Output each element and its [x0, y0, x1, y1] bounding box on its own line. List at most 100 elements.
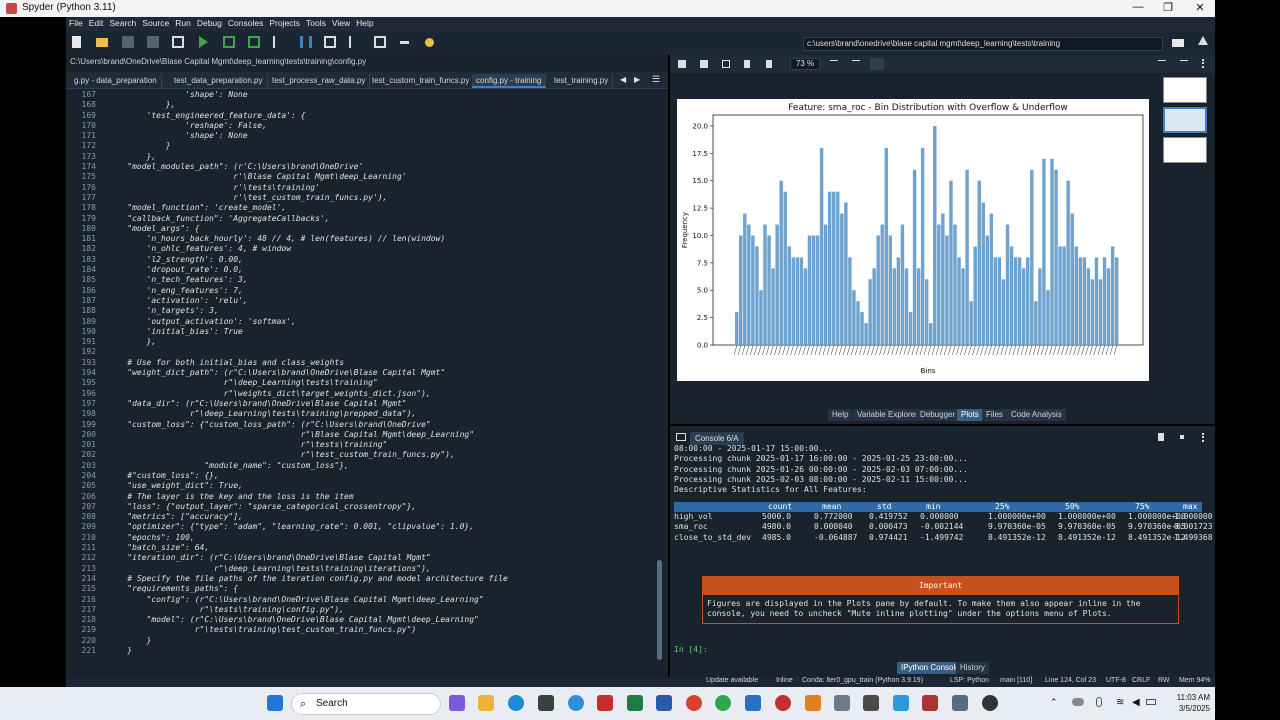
tab-variable-explorer[interactable]: Variable Explorer	[853, 409, 922, 421]
app-icon[interactable]	[775, 695, 791, 711]
code-line[interactable]: 220 }	[66, 636, 656, 646]
code-line[interactable]: 188 'n_targets': 3,	[66, 306, 656, 316]
excel-icon[interactable]	[627, 695, 643, 711]
update-available-status[interactable]: Update available	[706, 677, 758, 684]
menu-view[interactable]: View	[329, 17, 353, 29]
console-prompt[interactable]: In [4]:	[674, 645, 708, 654]
tab-config-training[interactable]: config.py - training	[472, 74, 547, 88]
code-line[interactable]: 184 'dropout_rate': 0.0,	[66, 265, 656, 275]
code-line[interactable]: 210 "epochs": 100,	[66, 533, 656, 543]
menu-help[interactable]: Help	[353, 17, 376, 29]
code-line[interactable]: 177 r'\test_custom_train_funcs.py'),	[66, 193, 656, 203]
run-cell-advance-icon[interactable]	[248, 36, 260, 48]
code-line[interactable]: 172 }	[66, 141, 656, 151]
save-all-plots-icon[interactable]	[700, 60, 708, 68]
app-icon[interactable]	[952, 695, 968, 711]
zoom-level[interactable]: 73 %	[790, 58, 820, 70]
inline-status[interactable]: Inline	[776, 677, 793, 684]
menu-debug[interactable]: Debug	[194, 17, 225, 29]
code-line[interactable]: 189 'output_activation': 'softmax',	[66, 317, 656, 327]
app-icon[interactable]	[568, 695, 584, 711]
tray-overflow-icon[interactable]: ⌃	[1050, 697, 1058, 708]
tab-history[interactable]: History	[956, 662, 989, 674]
plot-thumbnail-selected[interactable]	[1163, 107, 1207, 133]
editor-scrollbar[interactable]	[656, 90, 664, 677]
tab-debugger[interactable]: Debugger	[916, 409, 960, 421]
tab-scroll-right-icon[interactable]: ▶	[634, 75, 640, 84]
minimize-button[interactable]: —	[1124, 1, 1152, 13]
app-icon[interactable]	[805, 695, 821, 711]
file-explorer-icon[interactable]	[478, 695, 494, 711]
code-line[interactable]: 178 "model_function": 'create_model',	[66, 203, 656, 213]
app-icon[interactable]	[715, 695, 731, 711]
windows-start-icon[interactable]	[267, 695, 283, 711]
remove-all-plots-icon[interactable]	[766, 60, 772, 68]
code-line[interactable]: 197 "data_dir": (r"C:\Users\brand\OneDri…	[66, 399, 656, 409]
store-icon[interactable]	[538, 695, 554, 711]
code-line[interactable]: 194 "weight_dict_path": (r"C:\Users\bran…	[66, 368, 656, 378]
menu-file[interactable]: File	[66, 17, 86, 29]
wrench-icon[interactable]	[400, 41, 409, 44]
code-line[interactable]: 203 "module_name": "custom_loss"},	[66, 461, 656, 471]
chrome-icon[interactable]	[686, 695, 702, 711]
code-line[interactable]: 221 }	[66, 646, 656, 656]
word-icon[interactable]	[656, 695, 672, 711]
save-icon[interactable]	[122, 36, 134, 48]
run-icon[interactable]	[199, 36, 208, 48]
tab-test-training[interactable]: test_training.py	[550, 74, 614, 88]
code-line[interactable]: 212 "iteration_dir": (r"C:\Users\brand\O…	[66, 553, 656, 563]
code-line[interactable]: 216 "config": (r"C:\Users\brand\OneDrive…	[66, 595, 656, 605]
clock[interactable]: 11:03 AM 3/5/2025	[1160, 692, 1210, 714]
git-branch-status[interactable]: main [110]	[1000, 677, 1032, 684]
code-line[interactable]: 199 "custom_loss": {"custom_loss_path": …	[66, 420, 656, 430]
tab-code-analysis[interactable]: Code Analysis	[1007, 409, 1066, 421]
code-line[interactable]: 206 # The layer is the key and the loss …	[66, 492, 656, 502]
run-selection-icon[interactable]	[273, 36, 285, 48]
console-trash-icon[interactable]	[1158, 433, 1164, 441]
code-line[interactable]: 196 r"\weights_dict\target_weights_dict.…	[66, 389, 656, 399]
code-line[interactable]: 213 r"\deep_Learning\tests\training\iter…	[66, 564, 656, 574]
tab-ipython-console[interactable]: IPython Console	[897, 662, 964, 674]
zoom-out-icon[interactable]	[830, 60, 838, 63]
code-line[interactable]: 175 r'\Blase Capital Mgmt\deep_Learning'	[66, 172, 656, 182]
lsp-status[interactable]: LSP: Python	[950, 677, 989, 684]
maximize-pane-icon[interactable]	[374, 36, 386, 48]
battery-icon[interactable]	[1146, 699, 1156, 705]
edge-icon[interactable]	[508, 695, 524, 711]
new-file-icon[interactable]	[72, 36, 81, 48]
previous-plot-icon[interactable]	[1158, 60, 1166, 66]
console-options-icon[interactable]	[1202, 433, 1206, 442]
code-line[interactable]: 193 # Use for both initial_bias and clas…	[66, 358, 656, 368]
code-line[interactable]: 192	[66, 347, 656, 357]
code-line[interactable]: 169 'test_engineered_feature_data': {	[66, 111, 656, 121]
code-line[interactable]: 168 },	[66, 100, 656, 110]
plot-thumbnail[interactable]	[1163, 137, 1207, 163]
microphone-icon[interactable]	[1096, 697, 1102, 707]
tab-test-process-raw-data[interactable]: test_process_raw_data.py	[268, 74, 371, 88]
open-file-icon[interactable]	[96, 38, 108, 47]
code-line[interactable]: 200 r"\Blase Capital Mgmt\deep_Learning"	[66, 430, 656, 440]
onedrive-icon[interactable]	[1072, 698, 1084, 706]
code-line[interactable]: 214 # Specify the file paths of the iter…	[66, 574, 656, 584]
plots-options-icon[interactable]	[1202, 59, 1208, 68]
code-line[interactable]: 219 r"\tests\training\test_custom_train_…	[66, 625, 656, 635]
code-line[interactable]: 181 'n_hours_back_hourly': 48 // 4, # le…	[66, 234, 656, 244]
code-line[interactable]: 218 "model": (r"C:\Users\brand\OneDrive\…	[66, 615, 656, 625]
code-line[interactable]: 173 },	[66, 152, 656, 162]
code-line[interactable]: 176 r'\tests\training'	[66, 183, 656, 193]
app-icon[interactable]	[834, 695, 850, 711]
code-line[interactable]: 174 "model_modules_path": (r'C:\Users\br…	[66, 162, 656, 172]
code-line[interactable]: 211 "batch_size": 64,	[66, 543, 656, 553]
app-icon[interactable]	[597, 695, 613, 711]
console-output[interactable]: 08:00:00 - 2025-01-17 15:00:00... Proces…	[674, 444, 1202, 495]
close-button[interactable]: ✕	[1186, 1, 1214, 14]
code-line[interactable]: 190 'initial_bias': True	[66, 327, 656, 337]
spyder-icon[interactable]	[922, 695, 938, 711]
copilot-icon[interactable]	[449, 695, 465, 711]
code-line[interactable]: 215 "requirements_paths": {	[66, 584, 656, 594]
browse-folder-icon[interactable]	[1172, 39, 1184, 47]
app-icon[interactable]	[982, 695, 998, 711]
code-line[interactable]: 207 "loss": {"output_layer": "sparse_cat…	[66, 502, 656, 512]
debug-selection-icon[interactable]	[349, 36, 361, 48]
code-line[interactable]: 185 'n_tech_features': 3,	[66, 275, 656, 285]
